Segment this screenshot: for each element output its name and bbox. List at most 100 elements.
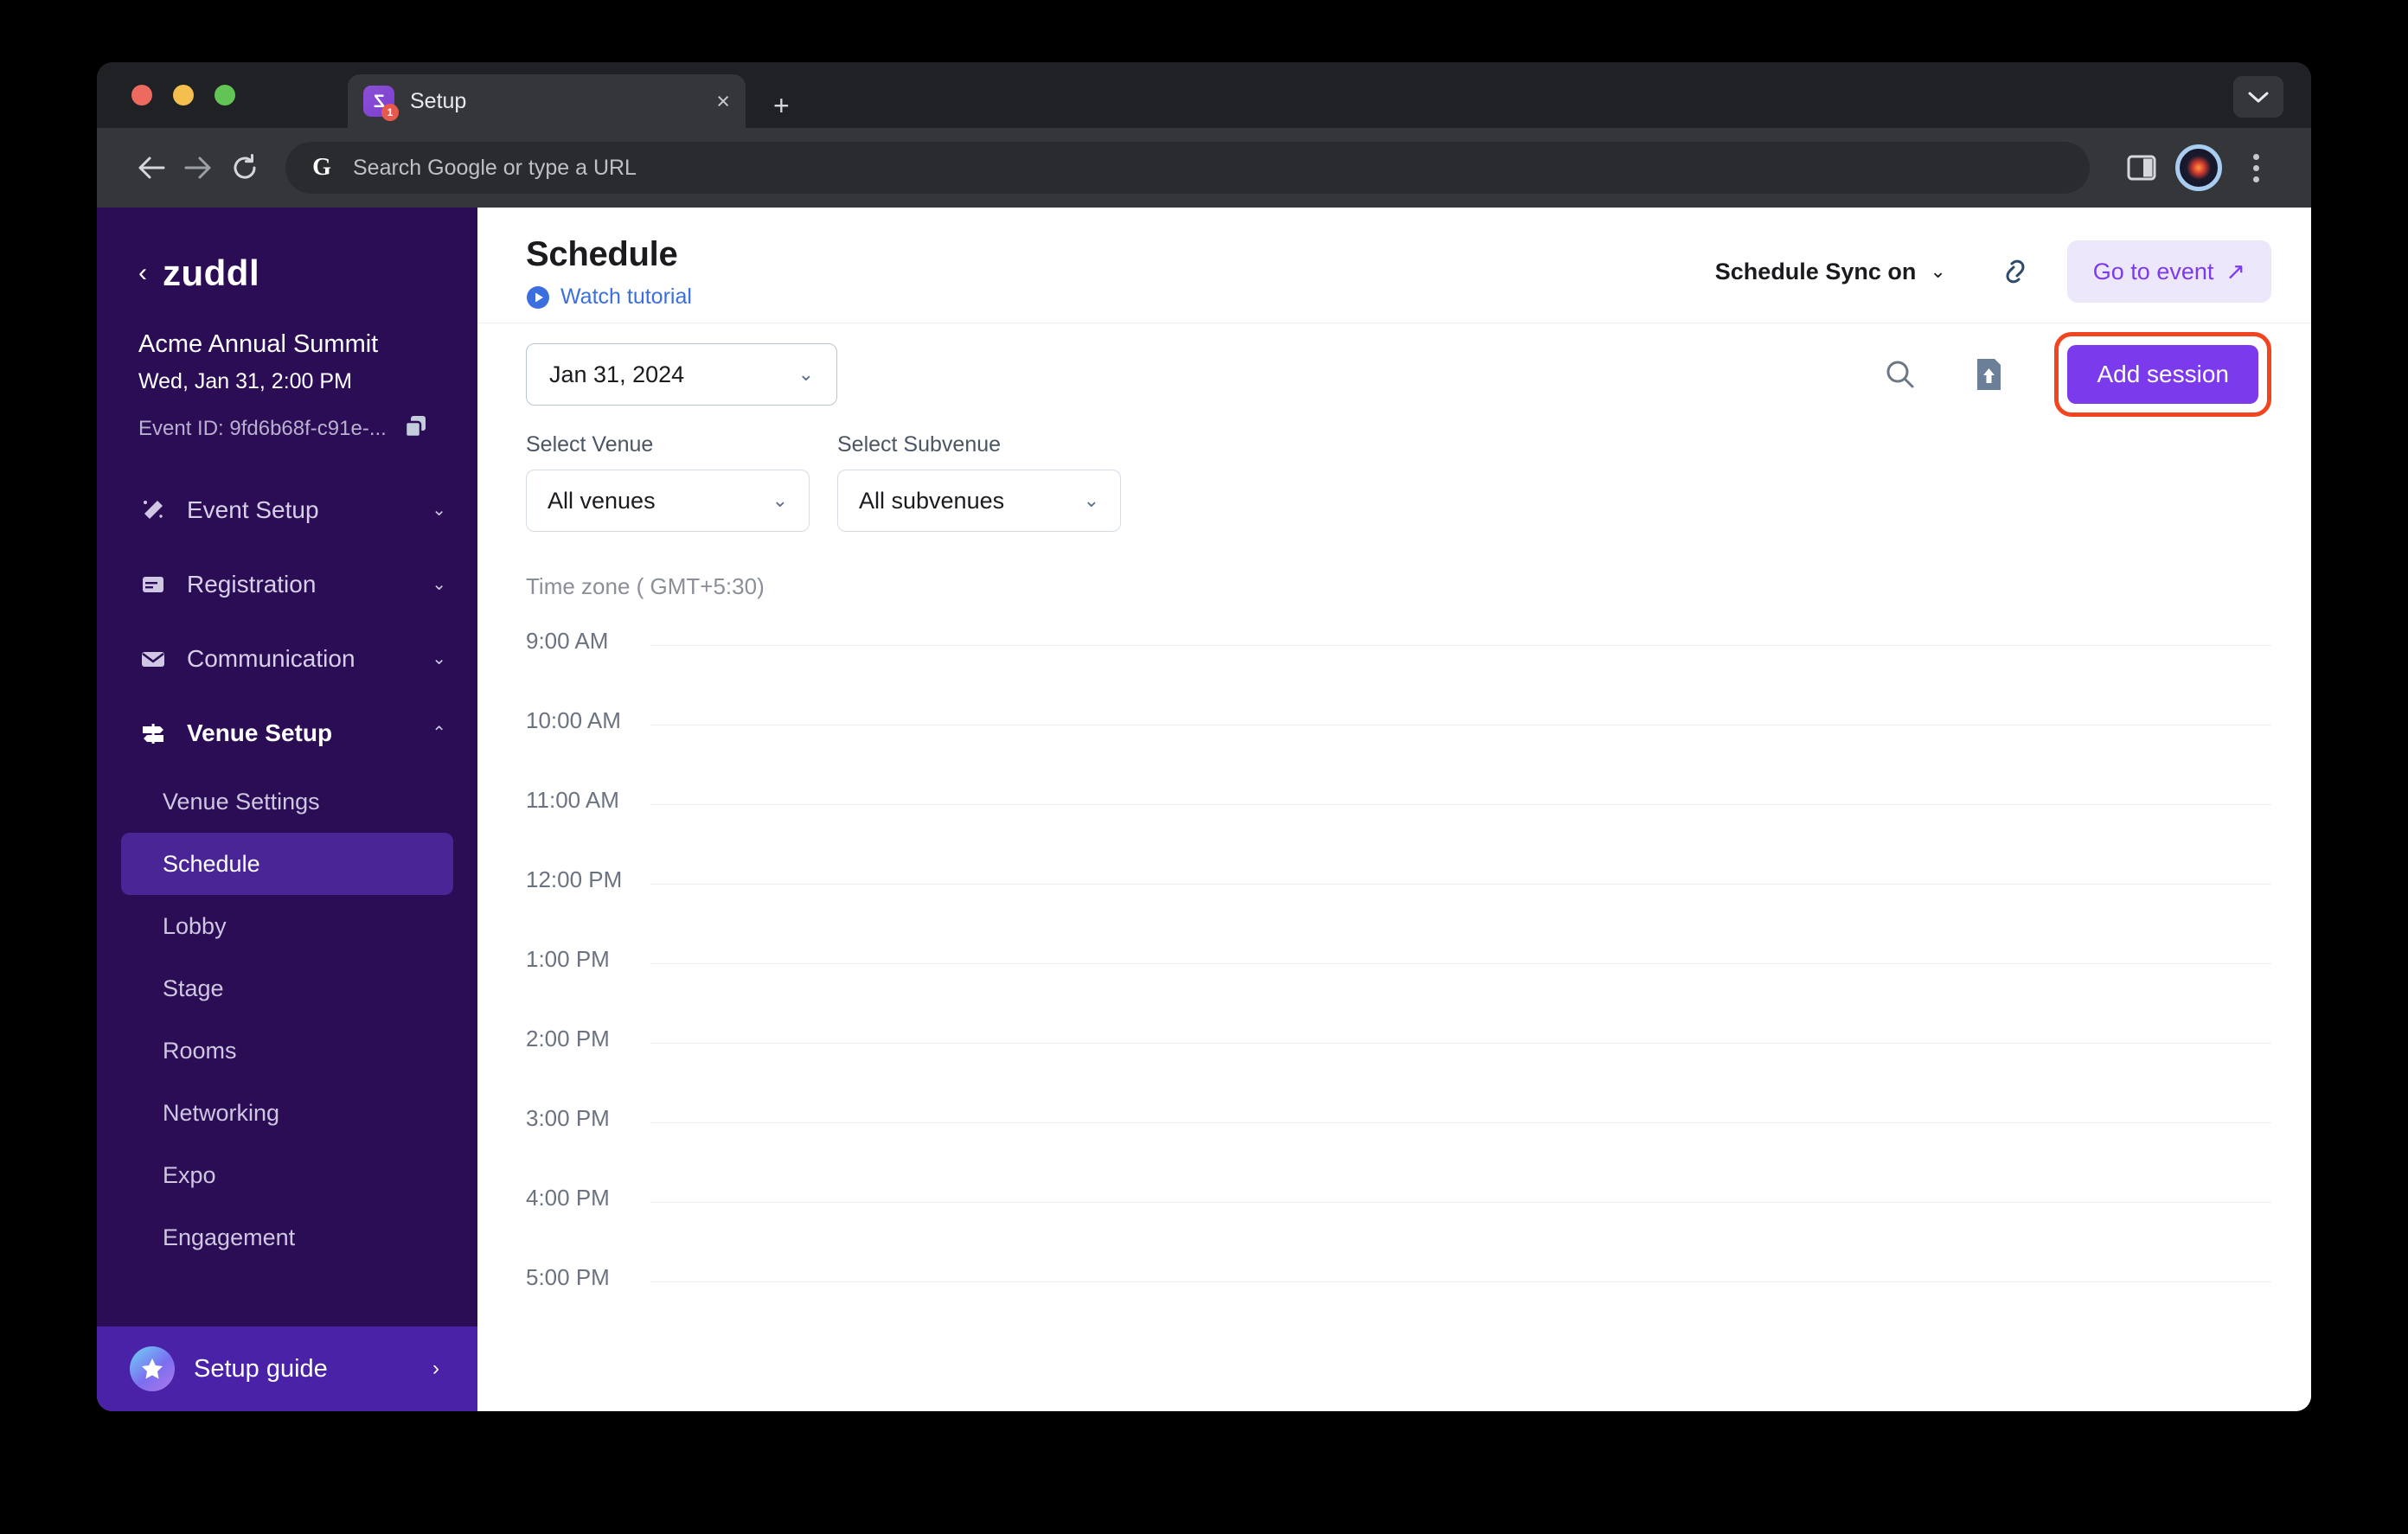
schedule-toolbar: Jan 31, 2024 ⌄ Add session — [477, 323, 2311, 425]
schedule-timeline[interactable]: 9:00 AM 10:00 AM 11:00 AM 12:00 PM 1:00 … — [477, 600, 2311, 1411]
sidebar-item-expo[interactable]: Expo — [121, 1144, 453, 1206]
page-viewport: ‹ zuddl Acme Annual Summit Wed, Jan 31, … — [97, 208, 2311, 1411]
chevron-right-icon: › — [432, 1357, 439, 1380]
sidebar-item-label: Venue Setup — [187, 719, 333, 746]
chevron-down-icon: ⌄ — [432, 501, 446, 520]
event-id-row: Event ID: 9fd6b68f-c91e-... — [138, 413, 436, 444]
timeline-row[interactable]: 12:00 PM — [477, 866, 2311, 949]
timeline-row[interactable]: 9:00 AM — [477, 628, 2311, 711]
event-summary: Acme Annual Summit Wed, Jan 31, 2:00 PM … — [97, 294, 477, 444]
sidebar-subitem-label: Expo — [163, 1161, 216, 1188]
sidebar-item-venue-setup[interactable]: Venue Setup ⌃ — [97, 696, 477, 770]
date-picker[interactable]: Jan 31, 2024 ⌄ — [526, 343, 837, 406]
select-subvenue-label: Select Subvenue — [837, 432, 1002, 457]
brand-home-link[interactable]: ‹ zuddl — [97, 208, 477, 294]
sidebar-item-rooms[interactable]: Rooms — [121, 1019, 453, 1082]
chevron-down-icon — [2248, 92, 2269, 103]
timeline-row[interactable]: 10:00 AM — [477, 707, 2311, 790]
sidebar-item-stage[interactable]: Stage — [121, 957, 453, 1019]
sidebar-item-engagement[interactable]: Engagement — [121, 1206, 453, 1269]
sidebar-item-networking[interactable]: Networking — [121, 1082, 453, 1144]
select-venue-dropdown[interactable]: All venues ⌄ — [526, 470, 810, 532]
sidebar-back-icon[interactable]: ‹ — [138, 260, 147, 286]
select-venue-label: Select Venue — [526, 432, 654, 457]
envelope-icon — [138, 646, 168, 672]
close-tab-icon[interactable]: × — [716, 89, 730, 113]
sidebar-item-lobby[interactable]: Lobby — [121, 895, 453, 957]
omnibox[interactable]: G Search Google or type a URL — [285, 142, 2090, 194]
sidebar-item-schedule[interactable]: Schedule — [121, 833, 453, 895]
sidebar-subitem-label: Venue Settings — [163, 788, 320, 815]
export-upload-icon — [1977, 359, 2001, 390]
tab-favicon-icon: Z 1 — [363, 86, 399, 121]
forward-button[interactable] — [175, 144, 221, 191]
sidebar-subitem-label: Schedule — [163, 850, 260, 877]
browser-menu-button[interactable] — [2232, 144, 2280, 192]
search-icon — [1886, 361, 1914, 388]
sidebar-nav: Event Setup ⌄ Registration ⌄ Communicati… — [97, 473, 477, 1326]
maximize-window-button[interactable] — [215, 85, 235, 105]
event-id-text: Event ID: 9fd6b68f-c91e-... — [138, 416, 387, 440]
header-left: Schedule Watch tutorial — [526, 235, 1715, 310]
minimize-window-button[interactable] — [173, 85, 194, 105]
signpost-icon — [138, 720, 168, 746]
sidebar-item-event-setup[interactable]: Event Setup ⌄ — [97, 473, 477, 547]
timeline-row[interactable]: 5:00 PM — [477, 1264, 2311, 1347]
search-button[interactable] — [1874, 348, 1926, 400]
time-label: 4:00 PM — [526, 1185, 610, 1211]
app-sidebar: ‹ zuddl Acme Annual Summit Wed, Jan 31, … — [97, 208, 477, 1411]
copy-link-button[interactable] — [1991, 247, 2040, 296]
setup-guide-label: Setup guide — [194, 1354, 328, 1383]
sidebar-item-communication[interactable]: Communication ⌄ — [97, 622, 477, 696]
chevron-down-icon: ⌄ — [1930, 260, 1946, 282]
window-traffic-lights — [131, 85, 235, 105]
watch-tutorial-link[interactable]: Watch tutorial — [526, 284, 1715, 310]
copy-icon[interactable] — [403, 413, 429, 444]
sidebar-item-venue-settings[interactable]: Venue Settings — [121, 770, 453, 833]
browser-tab[interactable]: Z 1 Setup × — [348, 74, 746, 128]
setup-guide-button[interactable]: Setup guide › — [97, 1326, 477, 1411]
sidebar-item-label: Communication — [187, 645, 355, 672]
add-session-button[interactable]: Add session — [2067, 345, 2258, 404]
tab-title: Setup — [410, 88, 467, 113]
time-label: 5:00 PM — [526, 1264, 610, 1290]
schedule-sync-label: Schedule Sync on — [1714, 258, 1917, 284]
side-panel-button[interactable] — [2117, 144, 2166, 192]
timeline-gridline — [650, 645, 2271, 646]
timeline-row[interactable]: 4:00 PM — [477, 1185, 2311, 1268]
sidebar-subitem-label: Stage — [163, 975, 224, 1001]
timeline-row[interactable]: 11:00 AM — [477, 787, 2311, 870]
select-subvenue-dropdown[interactable]: All subvenues ⌄ — [837, 470, 1121, 532]
subvenue-filter-group: Select Subvenue All subvenues ⌄ — [837, 432, 1121, 532]
sidebar-subitem-label: Lobby — [163, 912, 227, 939]
export-button[interactable] — [1963, 348, 2014, 400]
sidebar-item-registration[interactable]: Registration ⌄ — [97, 547, 477, 622]
timeline-row[interactable]: 1:00 PM — [477, 946, 2311, 1029]
brand-logo-text: zuddl — [163, 252, 260, 293]
external-link-arrow-icon: ↗ — [2225, 258, 2245, 284]
back-button[interactable] — [128, 144, 175, 191]
sidebar-subitem-label: Engagement — [163, 1224, 296, 1250]
profile-button[interactable] — [2174, 144, 2223, 192]
google-logo-icon: G — [312, 154, 331, 181]
time-label: 10:00 AM — [526, 707, 621, 733]
go-to-event-button[interactable]: Go to event ↗ — [2066, 240, 2271, 303]
schedule-sync-dropdown[interactable]: Schedule Sync on ⌄ — [1715, 259, 1946, 285]
browser-toolbar: G Search Google or type a URL — [97, 128, 2311, 208]
time-label: 9:00 AM — [526, 628, 609, 654]
tab-list-button[interactable] — [2233, 76, 2283, 118]
event-name: Acme Annual Summit — [138, 330, 379, 358]
time-label: 2:00 PM — [526, 1026, 610, 1051]
timeline-row[interactable]: 3:00 PM — [477, 1105, 2311, 1188]
sidebar-subitem-label: Networking — [163, 1099, 280, 1126]
forward-arrow-icon — [184, 157, 211, 179]
back-arrow-icon — [138, 157, 165, 179]
close-window-button[interactable] — [131, 85, 152, 105]
reload-icon — [234, 154, 256, 179]
time-label: 1:00 PM — [526, 946, 610, 972]
new-tab-button[interactable]: + — [773, 92, 790, 119]
form-icon — [138, 572, 168, 598]
profile-avatar — [2175, 144, 2222, 191]
reload-button[interactable] — [221, 144, 268, 191]
timeline-row[interactable]: 2:00 PM — [477, 1026, 2311, 1109]
